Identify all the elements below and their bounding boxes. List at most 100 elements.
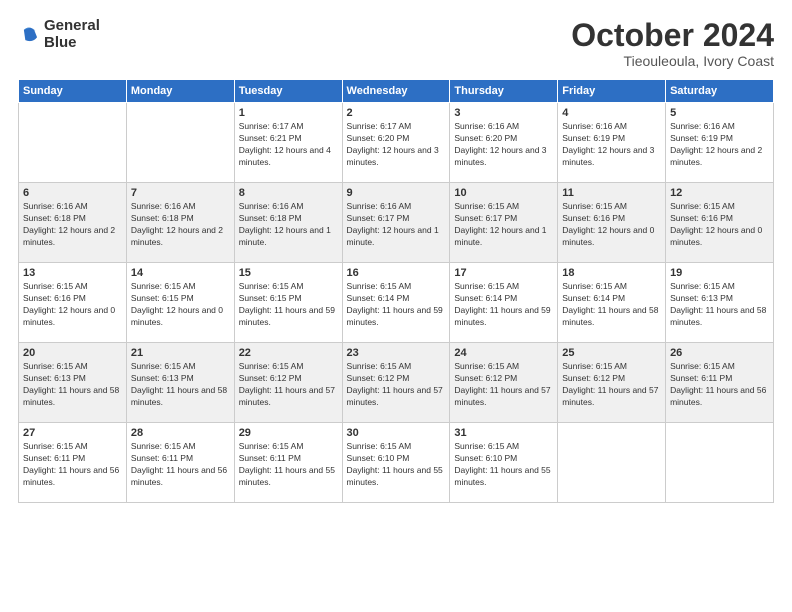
day-number: 28: [131, 427, 230, 439]
day-number: 1: [239, 107, 338, 119]
calendar-cell: 6 Sunrise: 6:16 AM Sunset: 6:18 PM Daylig…: [19, 183, 127, 263]
calendar-cell: 30 Sunrise: 6:15 AM Sunset: 6:10 PM Dayli…: [342, 423, 450, 503]
logo-text: General Blue: [44, 18, 100, 51]
calendar-cell: [126, 103, 234, 183]
day-number: 6: [23, 187, 122, 199]
calendar-cell: 28 Sunrise: 6:15 AM Sunset: 6:11 PM Dayli…: [126, 423, 234, 503]
day-number: 3: [454, 107, 553, 119]
day-detail: Sunrise: 6:15 AM Sunset: 6:13 PM Dayligh…: [23, 361, 122, 409]
calendar-cell: 9 Sunrise: 6:16 AM Sunset: 6:17 PM Daylig…: [342, 183, 450, 263]
header: General Blue October 2024 Tieouleoula, I…: [18, 18, 774, 69]
title-location: Tieouleoula, Ivory Coast: [571, 53, 774, 69]
calendar-cell: 31 Sunrise: 6:15 AM Sunset: 6:10 PM Dayli…: [450, 423, 558, 503]
day-detail: Sunrise: 6:16 AM Sunset: 6:20 PM Dayligh…: [454, 121, 553, 169]
day-number: 22: [239, 347, 338, 359]
calendar-cell: 2 Sunrise: 6:17 AM Sunset: 6:20 PM Daylig…: [342, 103, 450, 183]
day-detail: Sunrise: 6:16 AM Sunset: 6:17 PM Dayligh…: [347, 201, 446, 249]
day-detail: Sunrise: 6:15 AM Sunset: 6:13 PM Dayligh…: [131, 361, 230, 409]
weekday-header: Friday: [558, 80, 666, 103]
day-number: 25: [562, 347, 661, 359]
calendar-cell: 13 Sunrise: 6:15 AM Sunset: 6:16 PM Dayli…: [19, 263, 127, 343]
day-detail: Sunrise: 6:15 AM Sunset: 6:14 PM Dayligh…: [562, 281, 661, 329]
calendar-cell: 23Sunrise: 6:15 AM Sunset: 6:12 PM Dayli…: [342, 343, 450, 423]
logo: General Blue: [18, 18, 100, 51]
calendar-cell: 25 Sunrise: 6:15 AM Sunset: 6:12 PM Dayli…: [558, 343, 666, 423]
calendar-cell: 17Sunrise: 6:15 AM Sunset: 6:14 PM Dayli…: [450, 263, 558, 343]
day-number: 15: [239, 267, 338, 279]
calendar-cell: 1 Sunrise: 6:17 AM Sunset: 6:21 PM Daylig…: [234, 103, 342, 183]
day-number: 5: [670, 107, 769, 119]
calendar-cell: 21Sunrise: 6:15 AM Sunset: 6:13 PM Dayli…: [126, 343, 234, 423]
day-detail: Sunrise: 6:15 AM Sunset: 6:11 PM Dayligh…: [670, 361, 769, 409]
title-block: October 2024 Tieouleoula, Ivory Coast: [571, 18, 774, 69]
day-number: 26: [670, 347, 769, 359]
day-detail: Sunrise: 6:15 AM Sunset: 6:12 PM Dayligh…: [562, 361, 661, 409]
day-number: 20: [23, 347, 122, 359]
calendar-cell: 29 Sunrise: 6:15 AM Sunset: 6:11 PM Dayli…: [234, 423, 342, 503]
day-number: 2: [347, 107, 446, 119]
weekday-header: Tuesday: [234, 80, 342, 103]
calendar-cell: 15 Sunrise: 6:15 AM Sunset: 6:15 PM Dayli…: [234, 263, 342, 343]
day-detail: Sunrise: 6:16 AM Sunset: 6:18 PM Dayligh…: [23, 201, 122, 249]
day-detail: Sunrise: 6:15 AM Sunset: 6:11 PM Dayligh…: [239, 441, 338, 489]
logo-icon: [18, 24, 40, 46]
weekday-header: Monday: [126, 80, 234, 103]
day-detail: Sunrise: 6:17 AM Sunset: 6:21 PM Dayligh…: [239, 121, 338, 169]
calendar-cell: 4 Sunrise: 6:16 AM Sunset: 6:19 PM Daylig…: [558, 103, 666, 183]
calendar-cell: 19 Sunrise: 6:15 AM Sunset: 6:13 PM Dayli…: [666, 263, 774, 343]
calendar-cell: 12 Sunrise: 6:15 AM Sunset: 6:16 PM Dayli…: [666, 183, 774, 263]
day-number: 4: [562, 107, 661, 119]
calendar-cell: [666, 423, 774, 503]
day-detail: Sunrise: 6:15 AM Sunset: 6:14 PM Dayligh…: [454, 281, 553, 329]
calendar-cell: 14Sunrise: 6:15 AM Sunset: 6:15 PM Dayli…: [126, 263, 234, 343]
day-number: 13: [23, 267, 122, 279]
page: General Blue October 2024 Tieouleoula, I…: [0, 0, 792, 612]
calendar-cell: 3 Sunrise: 6:16 AM Sunset: 6:20 PM Daylig…: [450, 103, 558, 183]
calendar-cell: 18Sunrise: 6:15 AM Sunset: 6:14 PM Dayli…: [558, 263, 666, 343]
day-detail: Sunrise: 6:16 AM Sunset: 6:19 PM Dayligh…: [562, 121, 661, 169]
calendar-cell: [558, 423, 666, 503]
day-detail: Sunrise: 6:15 AM Sunset: 6:10 PM Dayligh…: [454, 441, 553, 489]
day-detail: Sunrise: 6:15 AM Sunset: 6:11 PM Dayligh…: [23, 441, 122, 489]
day-detail: Sunrise: 6:15 AM Sunset: 6:11 PM Dayligh…: [131, 441, 230, 489]
calendar-cell: 8 Sunrise: 6:16 AM Sunset: 6:18 PM Daylig…: [234, 183, 342, 263]
calendar-cell: [19, 103, 127, 183]
day-detail: Sunrise: 6:16 AM Sunset: 6:19 PM Dayligh…: [670, 121, 769, 169]
day-number: 12: [670, 187, 769, 199]
day-number: 9: [347, 187, 446, 199]
day-number: 31: [454, 427, 553, 439]
day-number: 23: [347, 347, 446, 359]
day-number: 8: [239, 187, 338, 199]
day-detail: Sunrise: 6:17 AM Sunset: 6:20 PM Dayligh…: [347, 121, 446, 169]
weekday-header: Thursday: [450, 80, 558, 103]
day-number: 30: [347, 427, 446, 439]
calendar-cell: 11Sunrise: 6:15 AM Sunset: 6:16 PM Dayli…: [558, 183, 666, 263]
day-detail: Sunrise: 6:15 AM Sunset: 6:15 PM Dayligh…: [239, 281, 338, 329]
calendar-cell: 20 Sunrise: 6:15 AM Sunset: 6:13 PM Dayli…: [19, 343, 127, 423]
day-detail: Sunrise: 6:15 AM Sunset: 6:17 PM Dayligh…: [454, 201, 553, 249]
day-detail: Sunrise: 6:15 AM Sunset: 6:16 PM Dayligh…: [670, 201, 769, 249]
logo-line1: General: [44, 18, 100, 35]
calendar-cell: 16Sunrise: 6:15 AM Sunset: 6:14 PM Dayli…: [342, 263, 450, 343]
day-number: 14: [131, 267, 230, 279]
day-detail: Sunrise: 6:15 AM Sunset: 6:10 PM Dayligh…: [347, 441, 446, 489]
title-month: October 2024: [571, 18, 774, 53]
day-detail: Sunrise: 6:15 AM Sunset: 6:12 PM Dayligh…: [454, 361, 553, 409]
weekday-header: Saturday: [666, 80, 774, 103]
day-detail: Sunrise: 6:16 AM Sunset: 6:18 PM Dayligh…: [239, 201, 338, 249]
calendar-week-row: 27Sunrise: 6:15 AM Sunset: 6:11 PM Dayli…: [19, 423, 774, 503]
day-detail: Sunrise: 6:15 AM Sunset: 6:13 PM Dayligh…: [670, 281, 769, 329]
day-number: 19: [670, 267, 769, 279]
calendar-cell: 24 Sunrise: 6:15 AM Sunset: 6:12 PM Dayli…: [450, 343, 558, 423]
calendar-week-row: 13 Sunrise: 6:15 AM Sunset: 6:16 PM Dayli…: [19, 263, 774, 343]
day-number: 29: [239, 427, 338, 439]
weekday-header: Wednesday: [342, 80, 450, 103]
day-detail: Sunrise: 6:15 AM Sunset: 6:16 PM Dayligh…: [23, 281, 122, 329]
day-detail: Sunrise: 6:16 AM Sunset: 6:18 PM Dayligh…: [131, 201, 230, 249]
day-detail: Sunrise: 6:15 AM Sunset: 6:14 PM Dayligh…: [347, 281, 446, 329]
calendar-cell: 7 Sunrise: 6:16 AM Sunset: 6:18 PM Daylig…: [126, 183, 234, 263]
calendar-cell: 10Sunrise: 6:15 AM Sunset: 6:17 PM Dayli…: [450, 183, 558, 263]
day-number: 24: [454, 347, 553, 359]
day-number: 7: [131, 187, 230, 199]
calendar-cell: 27Sunrise: 6:15 AM Sunset: 6:11 PM Dayli…: [19, 423, 127, 503]
